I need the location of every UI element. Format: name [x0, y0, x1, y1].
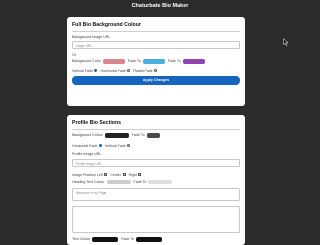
bio-text-area[interactable]	[72, 206, 240, 233]
profile-vertical-fade-radio[interactable]	[127, 144, 131, 147]
text-color-swatch[interactable]	[92, 237, 119, 242]
background-color-swatch[interactable]	[102, 59, 125, 64]
mouse-cursor-icon	[283, 38, 289, 46]
background-image-label: Background Image URL	[72, 35, 111, 39]
profile-card-title: Profile Bio Sections	[72, 120, 122, 126]
radial-fade-label: Radial Fade	[133, 68, 153, 73]
divider	[72, 31, 240, 32]
text-fade-label: Fade To	[121, 237, 135, 242]
center-label: Center	[110, 172, 122, 177]
heading-color-swatch[interactable]	[106, 179, 131, 184]
fade-to-label-1: Fade To	[127, 59, 141, 64]
right-label: Right	[128, 172, 137, 177]
profile-image-input[interactable]: Profile image URL	[72, 158, 240, 167]
profile-vertical-fade-label: Vertical Fade	[104, 143, 126, 148]
text-colour-label: Text Colour	[72, 237, 91, 242]
heading-text-label: Heading Text Colour	[72, 179, 105, 184]
background-card: Full Bio Background Colour Background Im…	[67, 17, 245, 106]
welcome-input[interactable]: Welcome to my Page	[72, 188, 240, 201]
background-color-label: Background Color	[72, 59, 101, 64]
heading-fade-label: Fade To	[133, 179, 147, 184]
divider	[72, 129, 240, 130]
position-center-checkbox[interactable]	[122, 173, 126, 176]
fade-to-swatch-1[interactable]	[142, 59, 165, 64]
vertical-fade-radio[interactable]	[94, 69, 98, 72]
vertical-fade-label: Vertical Fade	[72, 68, 93, 73]
profile-fade-swatch[interactable]	[146, 133, 160, 138]
profile-fade-to-label: Fade To	[131, 133, 145, 138]
fade-to-swatch-2[interactable]	[182, 59, 205, 64]
fade-to-label-2: Fade To	[167, 59, 181, 64]
image-position-label: Image Position Left	[72, 172, 103, 177]
radial-fade-radio[interactable]	[154, 69, 158, 72]
app-title: Chaturbate Bio Maker	[131, 3, 189, 9]
horizontal-fade-label: Horizontal Fade	[100, 68, 126, 73]
background-image-input[interactable]: Image URL	[72, 41, 240, 49]
text-fade-swatch[interactable]	[136, 237, 163, 242]
profile-card: Profile Bio Sections Background Colour F…	[67, 115, 245, 245]
profile-image-label: Profile Image URL	[72, 151, 102, 156]
background-card-title: Full Bio Background Colour	[72, 22, 141, 28]
profile-horizontal-fade-label: Horizontal Fade	[72, 143, 98, 148]
profile-horizontal-fade-radio[interactable]	[98, 144, 102, 147]
horizontal-fade-radio[interactable]	[127, 69, 131, 72]
position-left-checkbox[interactable]	[104, 173, 108, 176]
position-right-checkbox[interactable]	[138, 173, 142, 176]
or-label: Or	[72, 53, 76, 57]
heading-fade-swatch[interactable]	[148, 179, 173, 184]
profile-bg-swatch[interactable]	[104, 133, 129, 138]
profile-bg-color-label: Background Colour	[72, 133, 103, 138]
apply-changes-button[interactable]: Apply Changes	[72, 75, 240, 85]
